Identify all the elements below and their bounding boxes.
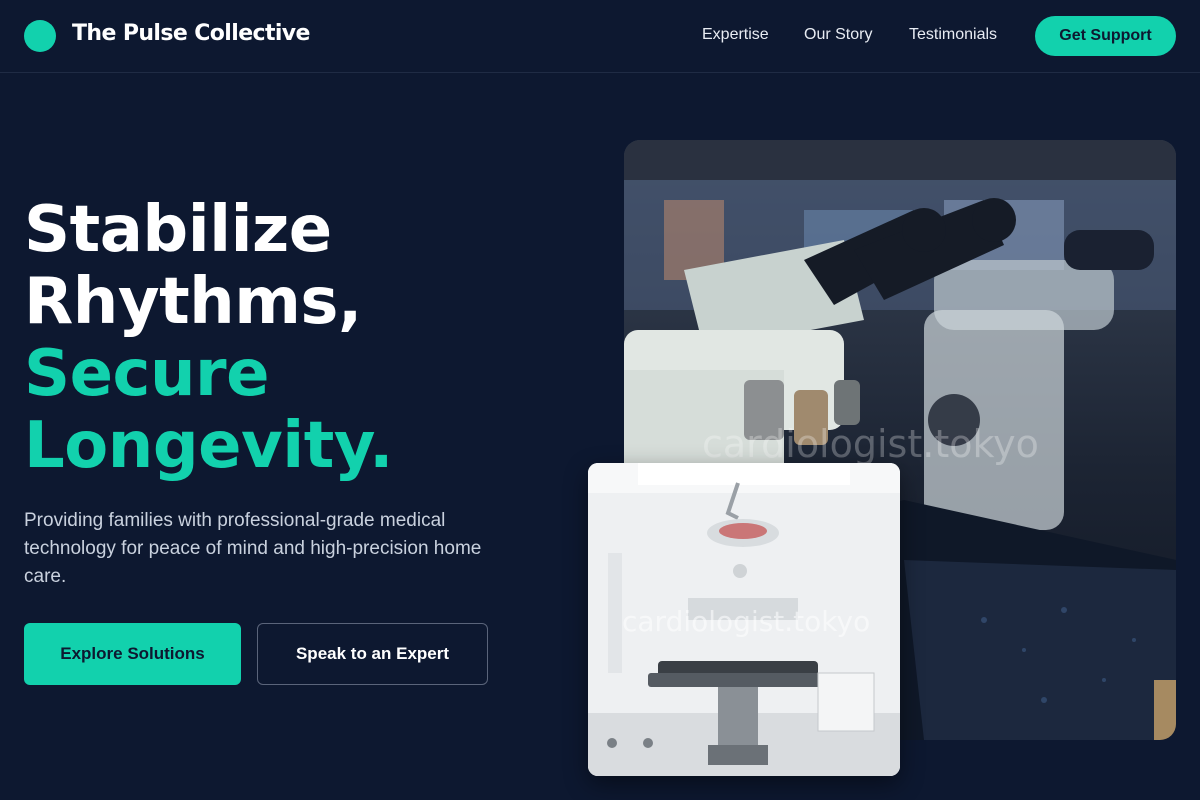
headline-line-2: Rhythms, [24, 265, 362, 339]
logo-circle-icon[interactable] [24, 20, 56, 52]
site-header: The Pulse Collective Expertise Our Story… [0, 0, 1200, 73]
nav-link-our-story[interactable]: Our Story [804, 26, 872, 44]
get-support-button[interactable]: Get Support [1035, 16, 1176, 56]
nav-link-testimonials[interactable]: Testimonials [909, 26, 997, 44]
headline-line-1: Stabilize [24, 193, 332, 267]
operating-room-photo: cardiologist.tokyo [588, 463, 900, 776]
hero-subcopy: Providing families with professional-gra… [24, 510, 482, 587]
nav-link-expertise[interactable]: Expertise [702, 26, 769, 44]
headline-line-4: Longevity. [24, 409, 393, 483]
explore-solutions-button[interactable]: Explore Solutions [24, 623, 241, 685]
speak-to-expert-button[interactable]: Speak to an Expert [257, 623, 488, 685]
brand-name[interactable]: The Pulse Collective [72, 21, 310, 46]
image-watermark: cardiologist.tokyo [702, 422, 1039, 466]
headline-line-3: Secure [24, 337, 269, 411]
image-watermark: cardiologist.tokyo [622, 605, 871, 638]
hero-headline: Stabilize Rhythms, Secure Longevity. [24, 194, 393, 482]
